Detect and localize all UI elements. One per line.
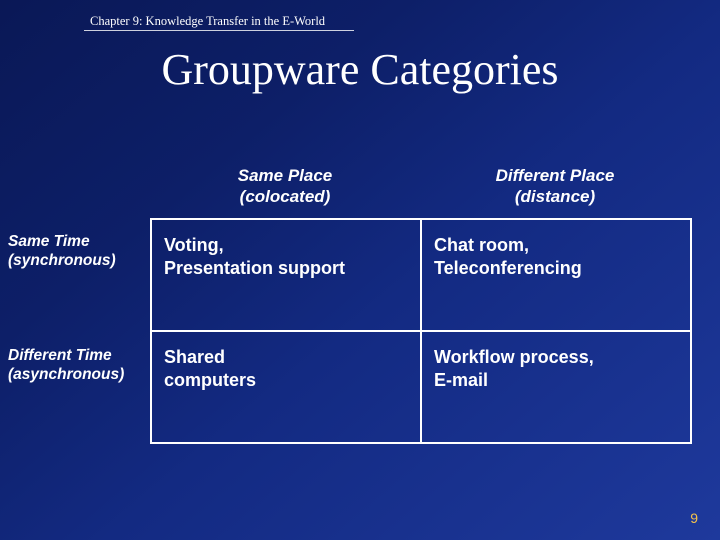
colhead-line: (distance) [515, 187, 595, 206]
cell-line: Shared [164, 347, 225, 367]
colhead-line: Same Place [238, 166, 333, 185]
colhead-line: Different Place [496, 166, 615, 185]
table-row: Shared computers Workflow process, E-mai… [151, 331, 691, 443]
cell-line: Teleconferencing [434, 258, 582, 278]
cell-same-time-same-place: Voting, Presentation support [151, 219, 421, 331]
rowhead-line: Same Time [8, 233, 90, 250]
chapter-label: Chapter 9: Knowledge Transfer in the E-W… [90, 14, 325, 29]
rowhead-line: (synchronous) [8, 252, 116, 269]
slide-number: 9 [690, 510, 698, 526]
slide: Chapter 9: Knowledge Transfer in the E-W… [0, 0, 720, 540]
cell-line: computers [164, 370, 256, 390]
cell-same-time-different-place: Chat room, Teleconferencing [421, 219, 691, 331]
cell-line: Voting, [164, 235, 224, 255]
groupware-matrix: Voting, Presentation support Chat room, … [150, 218, 692, 444]
cell-line: Workflow process, [434, 347, 594, 367]
rowhead-line: Different Time [8, 347, 112, 364]
chapter-underline [84, 30, 354, 31]
slide-title: Groupware Categories [0, 44, 720, 95]
row-header-same-time: Same Time (synchronous) [8, 232, 158, 271]
rowhead-line: (asynchronous) [8, 366, 124, 383]
colhead-line: (colocated) [240, 187, 331, 206]
column-headers: Same Place (colocated) Different Place (… [150, 165, 690, 208]
row-header-different-time: Different Time (asynchronous) [8, 346, 158, 385]
column-header-different-place: Different Place (distance) [420, 165, 690, 208]
cell-different-time-different-place: Workflow process, E-mail [421, 331, 691, 443]
column-header-same-place: Same Place (colocated) [150, 165, 420, 208]
table-row: Voting, Presentation support Chat room, … [151, 219, 691, 331]
cell-line: Presentation support [164, 258, 345, 278]
cell-line: Chat room, [434, 235, 529, 255]
cell-line: E-mail [434, 370, 488, 390]
cell-different-time-same-place: Shared computers [151, 331, 421, 443]
